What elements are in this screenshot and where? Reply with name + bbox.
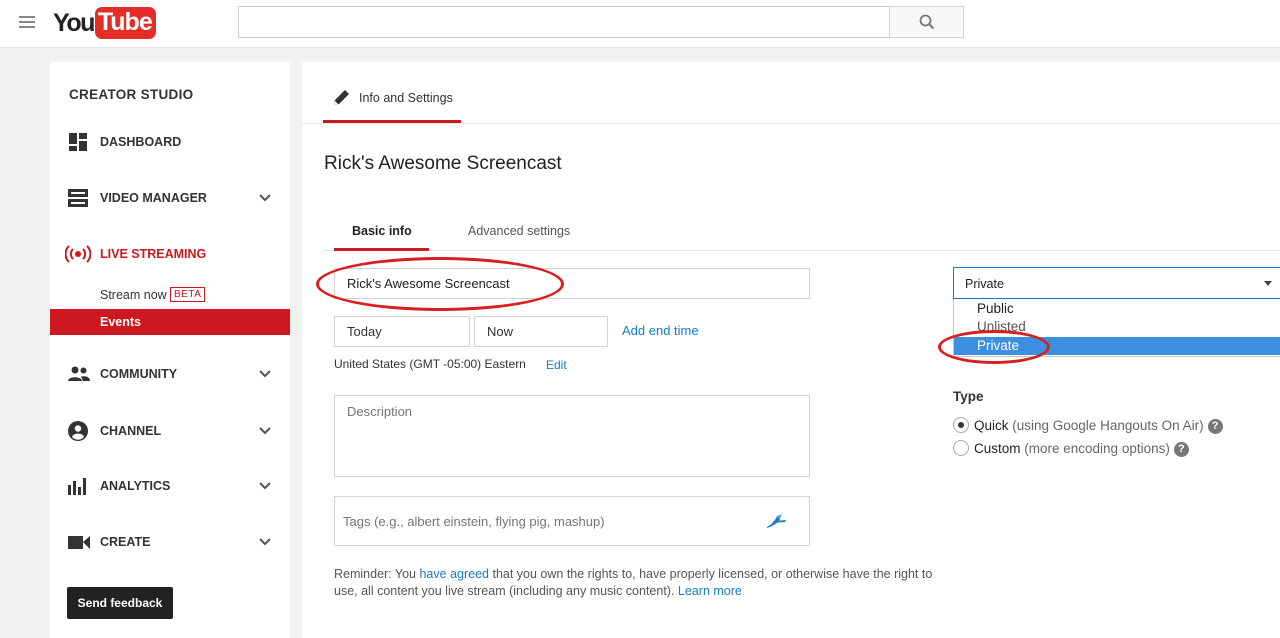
privacy-options-menu: Public Unlisted Private — [953, 299, 1280, 357]
sidebar-item-label: COMMUNITY — [100, 367, 178, 381]
radio-unselected-icon[interactable] — [953, 440, 969, 456]
chevron-down-icon[interactable] — [258, 535, 272, 549]
sidebar-item-community[interactable]: COMMUNITY — [50, 359, 290, 389]
sidebar-item-label: DASHBOARD — [100, 135, 182, 149]
rights-reminder: Reminder: You have agreed that you own t… — [334, 567, 933, 598]
privacy-select[interactable]: Private — [953, 267, 1280, 299]
pencil-icon — [334, 90, 349, 105]
title-input[interactable] — [334, 268, 810, 299]
creator-studio-sidebar: CREATOR STUDIO DASHBOARD VIDEO MANAGER L… — [50, 62, 290, 638]
type-heading: Type — [953, 389, 984, 404]
sidebar-item-live-streaming[interactable]: LIVE STREAMING — [50, 239, 290, 269]
live-streaming-icon — [65, 245, 91, 263]
divider — [324, 250, 1280, 251]
dashboard-icon — [69, 133, 87, 151]
create-icon — [68, 536, 90, 549]
search-button[interactable] — [889, 6, 964, 38]
learn-more-link[interactable]: Learn more — [678, 584, 742, 598]
chevron-down-icon[interactable] — [258, 479, 272, 493]
tags-input[interactable] — [343, 514, 743, 529]
youtube-logo[interactable]: You Tube — [53, 7, 156, 39]
community-icon — [68, 366, 90, 381]
dropdown-arrow-icon — [1264, 281, 1272, 286]
sidebar-subitem-events[interactable]: Events — [50, 309, 290, 335]
channel-icon — [68, 421, 88, 441]
help-icon[interactable]: ? — [1207, 419, 1223, 434]
sidebar-item-channel[interactable]: CHANNEL — [50, 416, 290, 446]
tag-suggestions-icon[interactable] — [763, 511, 789, 531]
sidebar-item-label: CHANNEL — [100, 424, 162, 438]
send-feedback-button[interactable]: Send feedback — [67, 587, 173, 619]
start-date-input[interactable] — [334, 316, 470, 347]
active-subtab-indicator — [334, 248, 429, 251]
chevron-down-icon[interactable] — [258, 367, 272, 381]
sidebar-subitem-stream-now[interactable]: Stream now BETA — [50, 282, 290, 308]
guide-menu-icon[interactable] — [19, 16, 35, 30]
sidebar-item-label: VIDEO MANAGER — [100, 191, 207, 205]
tab-basic-info[interactable]: Basic info — [352, 224, 412, 238]
chevron-down-icon[interactable] — [258, 191, 272, 205]
search-icon — [919, 14, 934, 30]
add-end-time-link[interactable]: Add end time — [622, 323, 699, 338]
description-input[interactable] — [334, 395, 810, 477]
video-manager-icon — [68, 189, 88, 207]
radio-selected-icon[interactable] — [953, 417, 969, 433]
sidebar-item-label: CREATE — [100, 535, 151, 549]
sidebar-item-video-manager[interactable]: VIDEO MANAGER — [50, 183, 290, 213]
timezone-edit-link[interactable]: Edit — [546, 358, 567, 372]
divider — [302, 123, 1280, 124]
analytics-icon — [68, 478, 86, 495]
tab-info-and-settings[interactable]: Info and Settings — [323, 80, 453, 124]
main-panel: Info and Settings Rick's Awesome Screenc… — [302, 62, 1280, 638]
search-input[interactable] — [238, 6, 890, 38]
sidebar-title: CREATOR STUDIO — [69, 87, 194, 102]
privacy-option-public[interactable]: Public — [954, 300, 1280, 318]
masthead: You Tube — [0, 0, 1280, 48]
sidebar-item-create[interactable]: CREATE — [50, 527, 290, 557]
chevron-down-icon[interactable] — [258, 424, 272, 438]
start-time-input[interactable] — [474, 316, 608, 347]
page-title: Rick's Awesome Screencast — [324, 153, 562, 174]
sidebar-item-dashboard[interactable]: DASHBOARD — [50, 127, 290, 157]
beta-badge: BETA — [170, 287, 206, 302]
privacy-option-unlisted[interactable]: Unlisted — [954, 318, 1280, 336]
tab-advanced-settings[interactable]: Advanced settings — [468, 224, 570, 238]
have-agreed-link[interactable]: have agreed — [419, 567, 489, 581]
sidebar-item-label: ANALYTICS — [100, 479, 171, 493]
privacy-option-private[interactable]: Private — [954, 337, 1280, 355]
sidebar-item-label: LIVE STREAMING — [100, 247, 207, 261]
timezone-label: United States (GMT -05:00) Eastern — [334, 357, 526, 371]
tags-field[interactable] — [334, 496, 810, 546]
sidebar-item-analytics[interactable]: ANALYTICS — [50, 471, 290, 501]
help-icon[interactable]: ? — [1173, 442, 1189, 457]
